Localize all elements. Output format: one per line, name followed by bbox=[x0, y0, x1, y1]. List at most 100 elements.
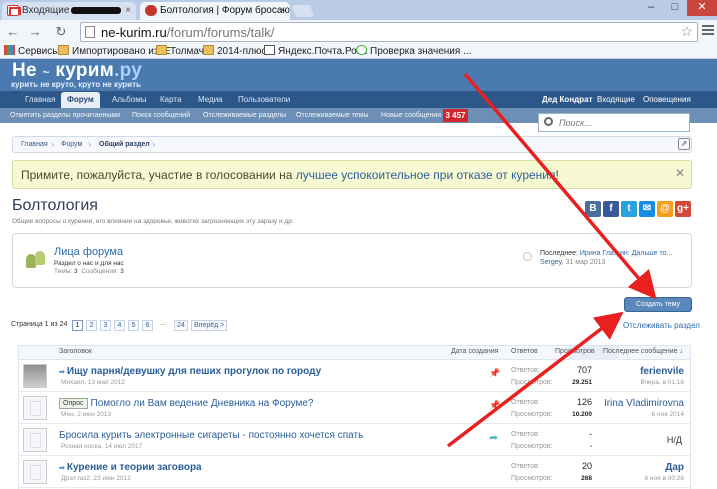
col-views[interactable]: Просмотров bbox=[555, 348, 595, 355]
last-post-user-link[interactable]: Sergey bbox=[540, 259, 562, 266]
forum-description: Общие вопросы о курении, его влиянии на … bbox=[12, 218, 294, 225]
page-button[interactable]: 1 bbox=[72, 320, 83, 331]
last-post-date: 6 ноя в 00:28 bbox=[644, 475, 684, 482]
col-replies[interactable]: Ответов bbox=[511, 348, 538, 355]
minimize-icon[interactable]: – bbox=[638, 0, 664, 16]
nav-tab-map[interactable]: Карта bbox=[154, 91, 187, 108]
facebook-share-icon[interactable]: f bbox=[603, 201, 619, 217]
apps-icon bbox=[4, 45, 15, 55]
browser-menu-icon[interactable] bbox=[702, 25, 714, 39]
thread-list-header: Заголовок Дата создания Ответов Просмотр… bbox=[19, 346, 690, 360]
watched-forums-link[interactable]: Отслеживаемые разделы bbox=[203, 108, 286, 123]
notice-poll-link[interactable]: лучшее успокоительное при отказе от куре… bbox=[296, 168, 556, 182]
search-input[interactable] bbox=[559, 116, 684, 129]
close-tab-icon[interactable]: × bbox=[125, 2, 131, 19]
last-post-user[interactable]: Irina Vladimirovna bbox=[604, 398, 684, 409]
bookmark-item[interactable]: Толмач bbox=[156, 45, 204, 57]
search-posts-link[interactable]: Поиск сообщений bbox=[132, 108, 190, 123]
page-button[interactable]: 3 bbox=[100, 320, 111, 331]
bookmarks-bar: Сервисы Импортировано из IE Толмач 2014-… bbox=[0, 44, 717, 59]
maximize-icon[interactable]: □ bbox=[662, 0, 688, 16]
page-button[interactable]: 5 bbox=[128, 320, 139, 331]
new-posts-link[interactable]: Новые сообщения bbox=[381, 108, 441, 123]
breadcrumb-current[interactable]: Общий раздел bbox=[99, 139, 150, 151]
address-bar[interactable]: ne-kurim.ru/forum/forums/talk/ ☆ bbox=[80, 22, 698, 42]
mail-share-icon[interactable]: ✉ bbox=[639, 201, 655, 217]
main-nav: Главная Форум Альбомы Карта Медиа Пользо… bbox=[0, 91, 717, 108]
bookmark-item[interactable]: Проверка значения ... bbox=[356, 45, 471, 57]
site-search bbox=[538, 113, 690, 132]
vk-share-icon[interactable]: В bbox=[585, 201, 601, 217]
watched-threads-link[interactable]: Отслеживаемые темы bbox=[296, 108, 369, 123]
thread-row: Опрос Помогло ли Вам ведение Дневника на … bbox=[19, 393, 690, 424]
last-post-link[interactable]: Ирина Глазкин: Дальше то... bbox=[580, 250, 672, 257]
site-header: Не ~ курим.ру курить не круто, круто не … bbox=[0, 59, 717, 91]
search-icon bbox=[544, 117, 553, 126]
bookmark-item[interactable]: Сервисы bbox=[4, 45, 59, 57]
close-window-icon[interactable]: ✕ bbox=[687, 0, 717, 16]
back-arrow-icon[interactable]: ← bbox=[4, 23, 22, 41]
nav-tab-home[interactable]: Главная bbox=[19, 91, 61, 108]
mark-read-link[interactable]: Отметить разделы прочитанными bbox=[10, 108, 120, 123]
page-button[interactable]: 6 bbox=[142, 320, 153, 331]
replies-label: Ответов: bbox=[511, 431, 540, 438]
nav-tab-forum[interactable]: Форум bbox=[61, 92, 100, 108]
thread-meta: Дрзл газ2, 23 июн 2012 bbox=[61, 475, 131, 482]
nav-tab-media[interactable]: Медиа bbox=[192, 91, 229, 108]
views-label: Просмотров: bbox=[511, 443, 553, 450]
close-tab-icon[interactable]: × bbox=[279, 2, 285, 19]
reload-icon[interactable]: ↻ bbox=[52, 23, 70, 41]
odnoklassniki-share-icon[interactable]: @ bbox=[657, 201, 673, 217]
replies-label: Ответов: bbox=[511, 463, 540, 470]
inbox-link[interactable]: Входящие bbox=[597, 91, 635, 108]
alerts-link[interactable]: Оповещения bbox=[643, 91, 691, 108]
avatar[interactable] bbox=[23, 460, 47, 484]
page-button[interactable]: 4 bbox=[114, 320, 125, 331]
nav-tab-albums[interactable]: Альбомы bbox=[106, 91, 152, 108]
bookmark-item[interactable]: Яндекс.Почта.Роза bbox=[264, 45, 367, 57]
pin-icon: 📌 bbox=[489, 400, 501, 410]
forward-arrow-icon[interactable]: → bbox=[26, 23, 44, 41]
googleplus-share-icon[interactable]: g+ bbox=[675, 201, 691, 217]
next-page-button[interactable]: Вперёд > bbox=[191, 320, 228, 331]
last-post-user[interactable]: Дар bbox=[665, 462, 684, 473]
replies-count: - bbox=[589, 429, 592, 439]
create-thread-button[interactable]: Создать тему bbox=[624, 297, 692, 312]
jump-to-icon[interactable]: ⇗ bbox=[678, 138, 690, 150]
avatar[interactable] bbox=[23, 396, 47, 420]
arrow-icon: ➡ bbox=[59, 465, 65, 472]
breadcrumb-home[interactable]: Главная bbox=[21, 139, 48, 151]
browser-tab-gmail[interactable]: Входящие × bbox=[2, 2, 136, 20]
bookmark-star-icon[interactable]: ☆ bbox=[680, 23, 693, 40]
close-notice-icon[interactable]: ✕ bbox=[675, 166, 685, 180]
avatar[interactable] bbox=[23, 428, 47, 452]
last-post-user[interactable]: ferienvile bbox=[640, 366, 684, 377]
user-name-link[interactable]: Дед Кондрат bbox=[542, 91, 592, 108]
site-logo[interactable]: Не ~ курим.ру bbox=[12, 60, 142, 82]
nav-tab-users[interactable]: Пользователи bbox=[232, 91, 296, 108]
col-title[interactable]: Заголовок bbox=[59, 348, 92, 355]
thread-title-link[interactable]: Опрос Помогло ли Вам ведение Дневника на … bbox=[59, 398, 313, 409]
subforum-link[interactable]: Лица форума bbox=[54, 246, 123, 258]
thread-title-link[interactable]: ➡ Ищу парня/девушку для пеших прогулок по… bbox=[59, 366, 321, 377]
breadcrumb-separator: › bbox=[152, 139, 156, 150]
site-slogan: курить не круто, круто не курить bbox=[11, 80, 141, 89]
thread-row: ➡ Ищу парня/девушку для пеших прогулок по… bbox=[19, 361, 690, 392]
col-created[interactable]: Дата создания bbox=[451, 348, 498, 355]
twitter-share-icon[interactable]: t bbox=[621, 201, 637, 217]
page-button-last[interactable]: 24 bbox=[174, 320, 188, 331]
follow-forum-link[interactable]: Отслеживать раздел bbox=[623, 321, 700, 330]
thread-title-link[interactable]: Бросила курить электронные сигареты - по… bbox=[59, 430, 363, 441]
browser-toolbar: ← → ↻ ne-kurim.ru/forum/forums/talk/ ☆ bbox=[0, 20, 717, 44]
page-button[interactable]: 2 bbox=[86, 320, 97, 331]
bookmark-item[interactable]: Импортировано из IE bbox=[58, 45, 171, 57]
folder-icon bbox=[156, 45, 167, 55]
col-last-post[interactable]: Последнее сообщение ↓ bbox=[603, 348, 683, 355]
thread-title-link[interactable]: ➡ Курение и теории заговора bbox=[59, 462, 202, 473]
browser-tab-forum[interactable]: Болтология | Форум бросаю × bbox=[140, 2, 290, 20]
subforum-box: Лица форума Раздел о нас и для нас Темы:… bbox=[12, 233, 692, 288]
new-tab-button[interactable] bbox=[291, 5, 315, 17]
bookmark-item[interactable]: 2014-плюс bbox=[203, 45, 266, 57]
breadcrumb-forum[interactable]: Форум bbox=[61, 139, 82, 151]
avatar[interactable] bbox=[23, 364, 47, 388]
